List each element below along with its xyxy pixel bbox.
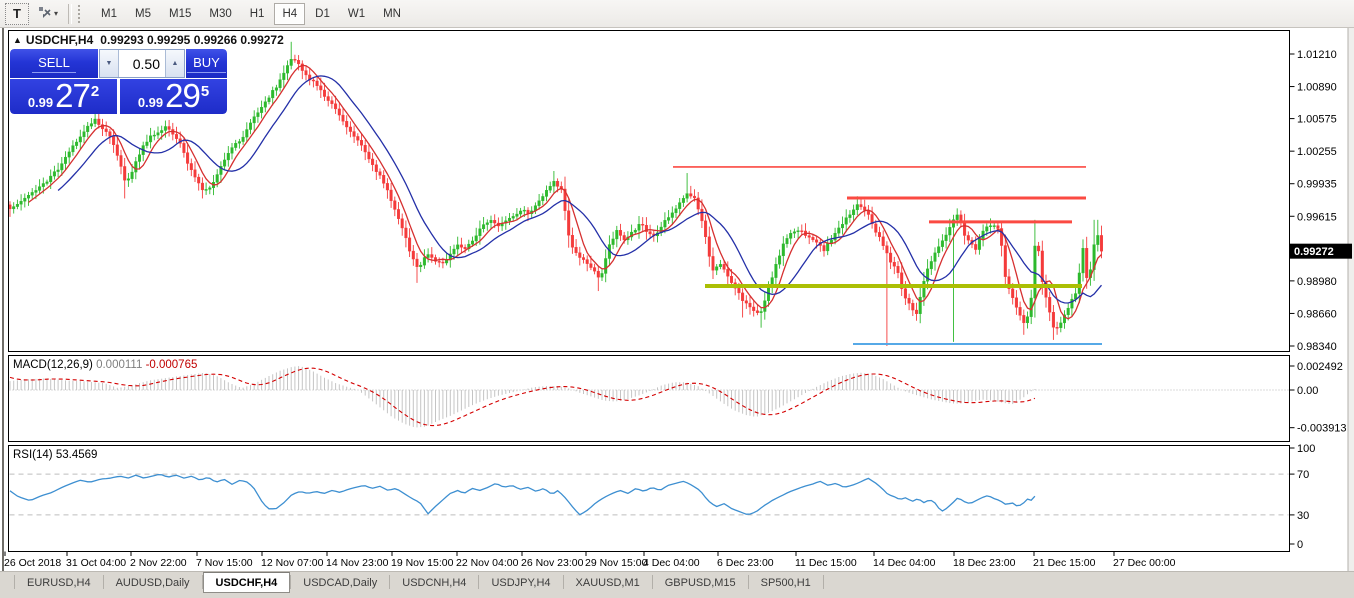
price-axis-label: 1.00890 [1297,82,1337,94]
chart-tab-usdjpy-h4[interactable]: USDJPY,H4 [479,572,562,592]
date-axis-label: 11 Dec 15:00 [795,557,857,569]
sell-button-label: SELL [32,54,76,73]
date-axis-label: 22 Nov 04:00 [456,557,519,569]
top-toolbar: T ▾ M1M5M15M30H1H4D1W1MN [0,0,1354,28]
sell-button[interactable]: SELL [10,49,98,78]
chart-ohlc-values: 0.99293 0.99295 0.99266 0.99272 [100,33,284,47]
timeframe-button-w1[interactable]: W1 [340,3,373,25]
macd-axis-label: -0.003913 [1297,423,1347,435]
chart-title: ▲ USDCHF,H4 0.99293 0.99295 0.99266 0.9927… [13,33,284,47]
price-axis-label: 1.00255 [1297,146,1337,158]
volume-decrease-button[interactable]: ▼ [100,50,119,77]
price-axis-label: 0.99615 [1297,211,1337,223]
chart-tab-xauusd-m1[interactable]: XAUUSD,M1 [564,572,652,592]
date-axis-label: 19 Nov 15:00 [391,557,454,569]
date-axis-label: 26 Oct 2018 [4,557,61,569]
price-axis-label: 0.98660 [1297,308,1337,320]
date-axis-label: 14 Dec 04:00 [873,557,936,569]
sell-price-sup: 2 [91,83,99,100]
text-tool-button[interactable]: T [5,3,29,25]
triangle-down-icon: ▼ [106,60,113,67]
triangle-up-icon: ▲ [172,60,179,67]
chart-tab-bar: EURUSD,H4AUDUSD,DailyUSDCHF,H4USDCAD,Dai… [0,571,1354,598]
timeframe-button-m15[interactable]: M15 [161,3,199,25]
rsi-label: RSI(14) 53.4569 [13,449,97,461]
date-axis-label: 6 Dec 23:00 [717,557,774,569]
volume-stepper: ▼ 0.50 ▲ [99,49,185,78]
price-axis-label: 1.00575 [1297,114,1337,126]
timeframe-buttons: M1M5M15M30H1H4D1W1MN [93,3,411,25]
chart-tab-usdcnh-h4[interactable]: USDCNH,H4 [390,572,478,592]
timeframe-button-m1[interactable]: M1 [93,3,125,25]
toolbar-separator [68,4,72,24]
timeframe-button-mn[interactable]: MN [375,3,409,25]
price-axis-label: 0.99935 [1297,179,1337,191]
date-axis-label: 29 Nov 15:00 [585,557,648,569]
volume-input[interactable]: 0.50 [119,50,165,77]
timeframe-button-h4[interactable]: H4 [274,3,305,25]
chart-symbol-period: USDCHF,H4 [26,33,93,47]
rsi-axis-label: 0 [1297,539,1303,551]
sell-price-prefix: 0.99 [28,95,53,110]
current-price-value: 0.99272 [1294,246,1334,258]
date-axis-label: 12 Nov 07:00 [261,557,324,569]
chart-tab-gbpusd-m15[interactable]: GBPUSD,M15 [653,572,748,592]
window-marker-icon: ▲ [13,35,22,45]
date-axis-label: 26 Nov 23:00 [521,557,584,569]
tab-separator [823,575,824,589]
toolbar-drag-handle[interactable] [78,5,85,23]
macd-axis-label: 0.002492 [1297,361,1343,373]
timeframe-button-d1[interactable]: D1 [307,3,338,25]
date-axis-label: 2 Nov 22:00 [130,557,187,569]
chart-tools-icon [37,5,52,22]
volume-increase-button[interactable]: ▲ [165,50,184,77]
buy-button-label: BUY [187,54,226,73]
chart-tab-usdcad-daily[interactable]: USDCAD,Daily [291,572,389,592]
price-axis-label: 0.98980 [1297,276,1337,288]
rsi-axis-label: 100 [1297,443,1315,455]
date-axis-label: 4 Dec 04:00 [643,557,700,569]
chart-tools-button[interactable]: ▾ [35,3,60,25]
rsi-axis-label: 70 [1297,469,1309,481]
date-axis-label: 31 Oct 04:00 [66,557,126,569]
timeframe-button-h1[interactable]: H1 [242,3,273,25]
chart-tab-sp500-h1[interactable]: SP500,H1 [749,572,823,592]
timeframe-button-m5[interactable]: M5 [127,3,159,25]
one-click-trading-panel: SELL ▼ 0.50 ▲ BUY 0.99 27 2 0.99 29 5 [10,49,227,114]
chart-tab-eurusd-h4[interactable]: EURUSD,H4 [15,572,103,592]
date-axis-label: 14 Nov 23:00 [326,557,389,569]
chart-tab-audusd-daily[interactable]: AUDUSD,Daily [104,572,202,592]
date-axis-label: 7 Nov 15:00 [196,557,253,569]
buy-price-panel[interactable]: 0.99 29 5 [120,79,227,114]
buy-button[interactable]: BUY [186,49,227,78]
date-axis-label: 18 Dec 23:00 [953,557,1016,569]
buy-price-prefix: 0.99 [138,95,163,110]
timeframe-button-m30[interactable]: M30 [201,3,239,25]
macd-layer [10,366,1289,427]
sell-price-big: 27 [55,79,90,112]
price-axis-label: 0.98340 [1297,341,1337,353]
buy-price-big: 29 [165,79,200,112]
date-axis-label: 21 Dec 15:00 [1033,557,1096,569]
buy-price-sup: 5 [201,83,209,100]
sell-price-panel[interactable]: 0.99 27 2 [10,79,117,114]
rsi-layer [10,474,1289,515]
chart-tab-usdchf-h4[interactable]: USDCHF,H4 [203,572,291,593]
macd-axis-label: 0.00 [1297,385,1318,397]
chevron-down-icon: ▾ [54,9,58,18]
rsi-axis-label: 30 [1297,510,1309,522]
date-axis-label: 27 Dec 00:00 [1113,557,1176,569]
macd-label: MACD(12,26,9) 0.000111 -0.000765 [13,359,197,371]
price-axis-label: 1.01210 [1297,49,1337,61]
